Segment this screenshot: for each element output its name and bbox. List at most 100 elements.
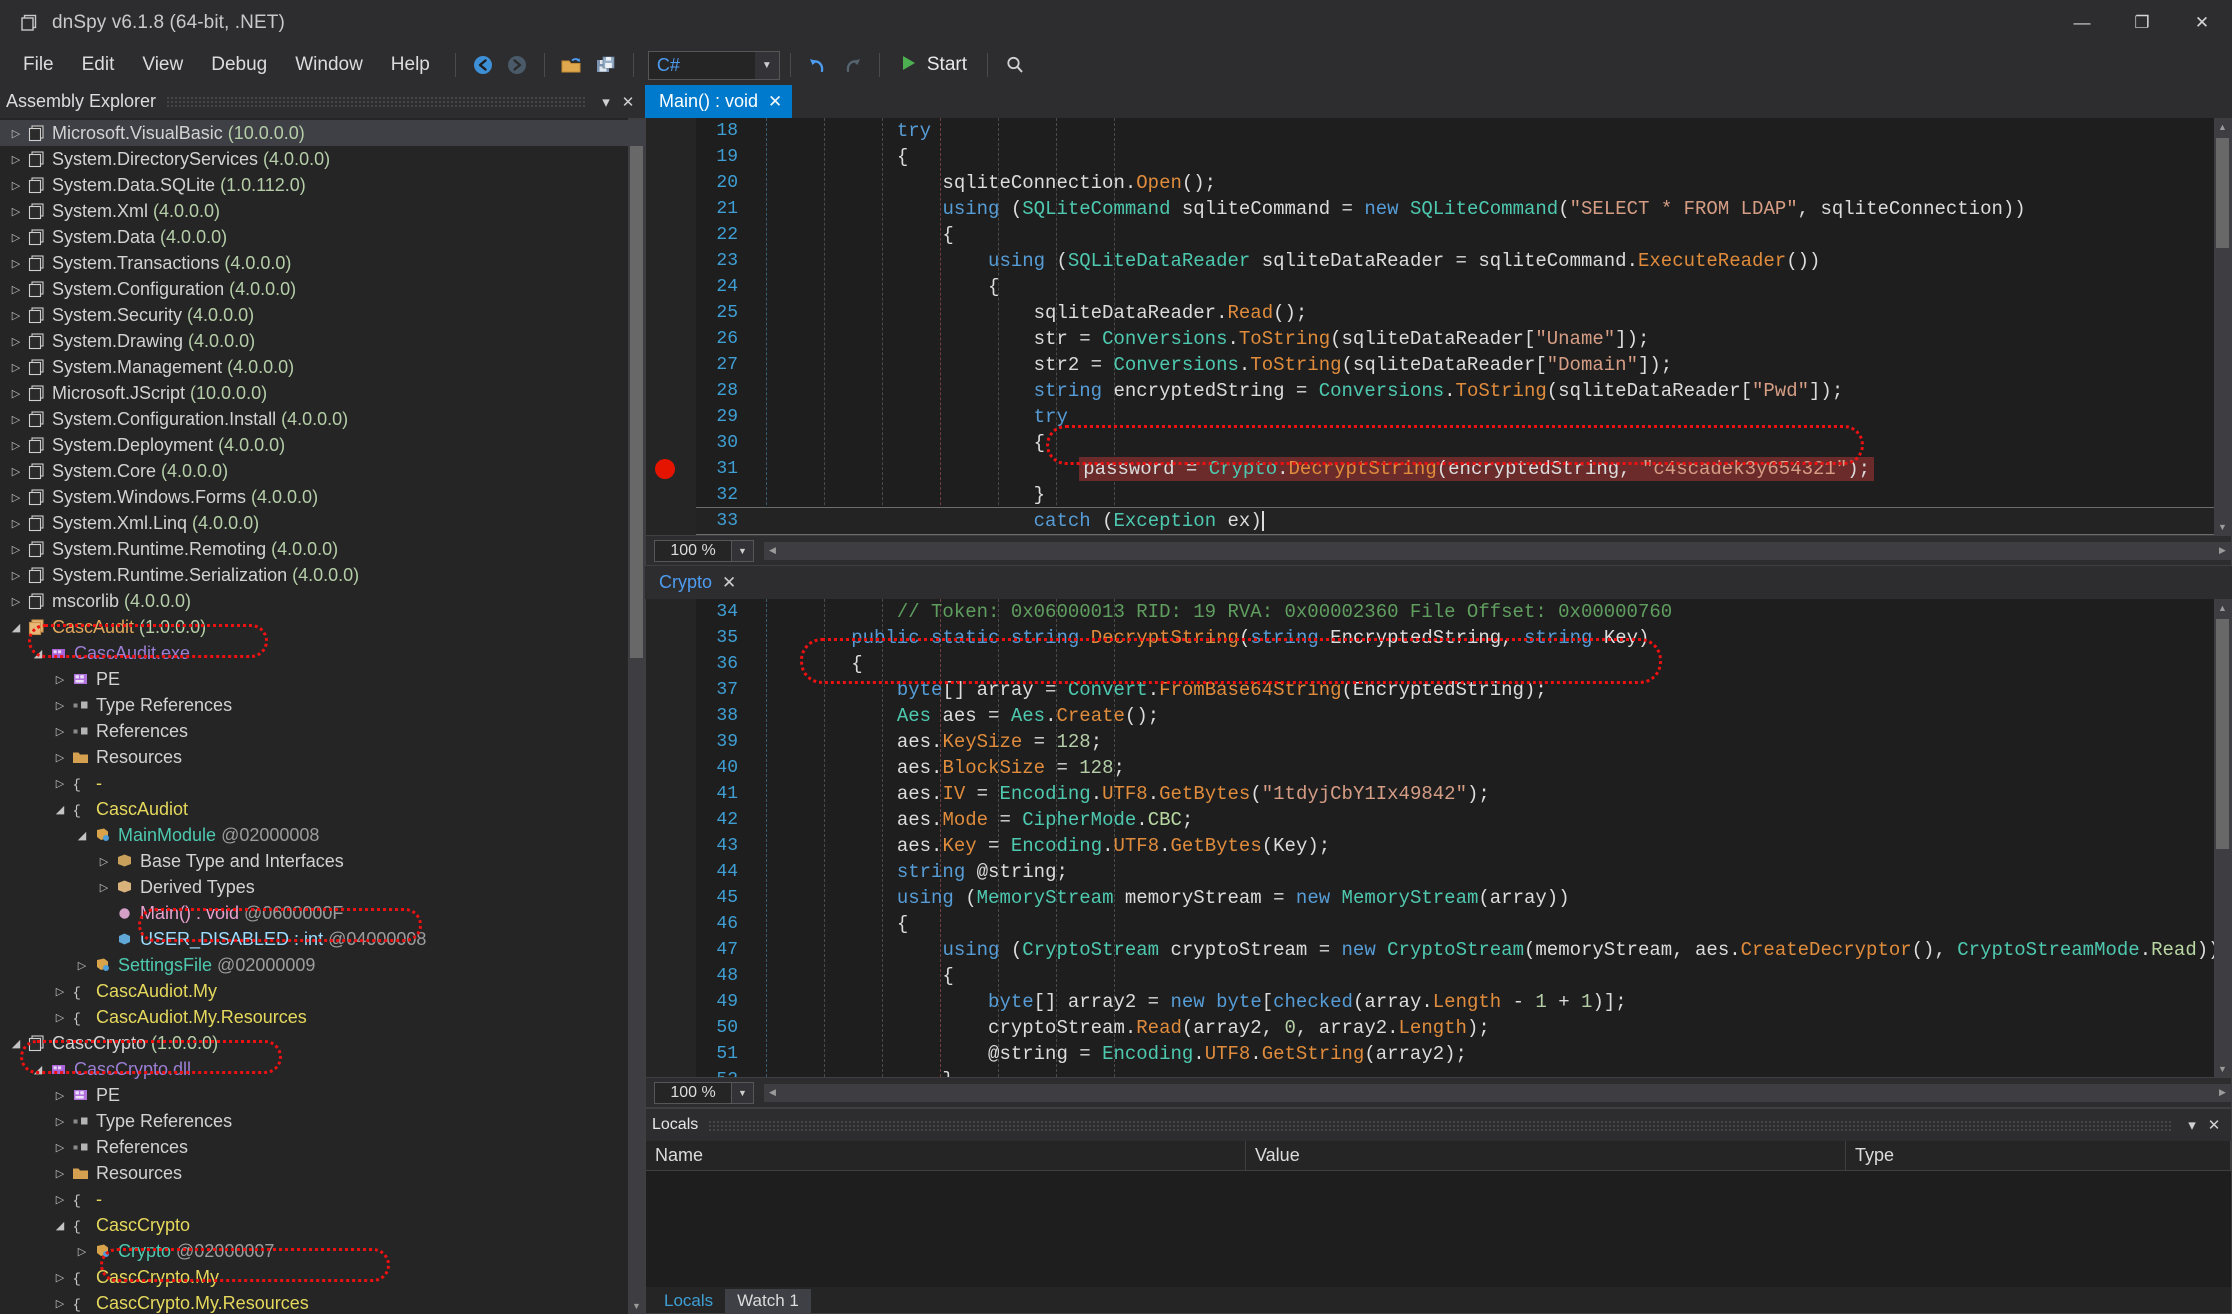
collapsed-triangle-icon[interactable]: ▷ (96, 881, 112, 894)
tree-node[interactable]: ▷ Derived Types (0, 874, 645, 900)
collapsed-triangle-icon[interactable]: ▷ (8, 465, 24, 478)
locals-rows[interactable] (646, 1171, 2231, 1287)
code-line[interactable]: 28 string encryptedString = Conversions.… (696, 378, 2231, 404)
locals-drag-grip[interactable] (708, 1119, 2171, 1131)
tree-node[interactable]: ▷ System.Deployment (4.0.0.0) (0, 432, 645, 458)
tree-node[interactable]: ◢ CascCrypto.dll (0, 1056, 645, 1082)
tree-node[interactable]: Main() : void @0600000F (0, 900, 645, 926)
tree-node[interactable]: ▷ Type References (0, 1108, 645, 1134)
expanded-triangle-icon[interactable]: ◢ (8, 621, 24, 634)
collapsed-triangle-icon[interactable]: ▷ (52, 673, 68, 686)
assembly-tree[interactable]: ▲ ▼ ▷Microsoft.VisualBasic (10.0.0.0)▷Sy… (0, 118, 645, 1314)
tab-watch-1[interactable]: Watch 1 (725, 1289, 811, 1313)
tab-crypto[interactable]: Crypto ✕ (645, 566, 747, 599)
tree-node[interactable]: ▷ System.Runtime.Serialization (4.0.0.0) (0, 562, 645, 588)
collapsed-triangle-icon[interactable]: ▷ (8, 179, 24, 192)
undo-icon[interactable] (801, 50, 835, 80)
code-line[interactable]: 50 cryptoStream.Read(array2, 0, array2.L… (696, 1015, 2231, 1041)
open-folder-icon[interactable] (555, 50, 589, 80)
scroll-left-arrow[interactable]: ◀ (764, 542, 781, 560)
code-line[interactable]: 46 { (696, 911, 2231, 937)
locals-column-value[interactable]: Value (1246, 1141, 1846, 1170)
tree-node[interactable]: ▷ System.Windows.Forms (4.0.0.0) (0, 484, 645, 510)
scroll-right-arrow[interactable]: ▶ (2214, 1084, 2231, 1102)
tree-node[interactable]: ▷ PE (0, 666, 645, 692)
code-line[interactable]: 45 using (MemoryStream memoryStream = ne… (696, 885, 2231, 911)
expanded-triangle-icon[interactable]: ◢ (30, 1063, 46, 1076)
tree-node[interactable]: ▷ System.Configuration.Install (4.0.0.0) (0, 406, 645, 432)
chevron-down-icon[interactable]: ▾ (2181, 1114, 2203, 1136)
code-line[interactable]: 43 aes.Key = Encoding.UTF8.GetBytes(Key)… (696, 833, 2231, 859)
code-line[interactable]: 32 } (696, 482, 2231, 508)
collapsed-triangle-icon[interactable]: ▷ (52, 725, 68, 738)
code-line[interactable]: 37 byte[] array = Convert.FromBase64Stri… (696, 677, 2231, 703)
tree-node[interactable]: ▷ { } CascAudiot.My (0, 978, 645, 1004)
code-line[interactable]: 34 // Token: 0x06000013 RID: 19 RVA: 0x0… (696, 599, 2231, 625)
main-horizontal-scrollbar[interactable]: ◀ ▶ (764, 541, 2231, 560)
collapsed-triangle-icon[interactable]: ▷ (8, 153, 24, 166)
close-icon[interactable]: ✕ (768, 92, 782, 112)
tree-node[interactable]: ▷ System.Xml (4.0.0.0) (0, 198, 645, 224)
close-icon[interactable]: ✕ (617, 91, 639, 113)
tree-node[interactable]: ◢ CascCrypto (1.0.0.0) (0, 1030, 645, 1056)
code-line[interactable]: 40 aes.BlockSize = 128; (696, 755, 2231, 781)
tree-node[interactable]: ▷ Base Type and Interfaces (0, 848, 645, 874)
code-line[interactable]: 35 public static string DecryptString(st… (696, 625, 2231, 651)
expanded-triangle-icon[interactable]: ◢ (52, 1219, 68, 1232)
collapsed-triangle-icon[interactable]: ▷ (52, 1089, 68, 1102)
collapsed-triangle-icon[interactable]: ▷ (8, 569, 24, 582)
collapsed-triangle-icon[interactable]: ▷ (8, 361, 24, 374)
tree-node[interactable]: ▷ System.Data (4.0.0.0) (0, 224, 645, 250)
main-scroll-thumb[interactable] (2216, 138, 2229, 248)
expanded-triangle-icon[interactable]: ◢ (8, 1037, 24, 1050)
crypto-zoom-value[interactable]: 100 % (654, 1081, 732, 1104)
menu-file[interactable]: File (10, 50, 67, 80)
tree-node[interactable]: ▷ SettingsFile @02000009 (0, 952, 645, 978)
collapsed-triangle-icon[interactable]: ▷ (8, 257, 24, 270)
tree-node[interactable]: ▷ System.Data.SQLite (1.0.112.0) (0, 172, 645, 198)
main-breakpoint-gutter[interactable] (646, 118, 684, 535)
code-line[interactable]: 42 aes.Mode = CipherMode.CBC; (696, 807, 2231, 833)
tree-node[interactable]: ◢ CascAudit (1.0.0.0) (0, 614, 645, 640)
collapsed-triangle-icon[interactable]: ▷ (52, 1167, 68, 1180)
tree-node[interactable]: ▷ PE (0, 1082, 645, 1108)
breakpoint-marker[interactable] (655, 459, 675, 479)
code-line[interactable]: 20 sqliteConnection.Open(); (696, 170, 2231, 196)
tree-node[interactable]: ▷ Type References (0, 692, 645, 718)
tree-node[interactable]: ▷ Resources (0, 744, 645, 770)
scroll-up-arrow[interactable]: ▲ (2214, 599, 2231, 616)
code-line[interactable]: 18 try (696, 118, 2231, 144)
tree-node[interactable]: ▷ { } CascAudiot.My.Resources (0, 1004, 645, 1030)
crypto-scroll-thumb[interactable] (2216, 619, 2229, 849)
chevron-down-icon[interactable]: ▼ (732, 539, 754, 562)
main-editor-vscrollbar[interactable]: ▲ ▼ (2214, 118, 2231, 535)
main-fold-gutter[interactable] (684, 118, 696, 535)
start-debug-button[interactable]: Start (890, 51, 977, 80)
forward-arrow-icon[interactable] (500, 50, 534, 80)
language-combobox[interactable]: C# ▼ (647, 50, 780, 80)
code-line[interactable]: 36 { (696, 651, 2231, 677)
tree-node[interactable]: ▷ System.DirectoryServices (4.0.0.0) (0, 146, 645, 172)
collapsed-triangle-icon[interactable]: ▷ (52, 1271, 68, 1284)
code-line[interactable]: 41 aes.IV = Encoding.UTF8.GetBytes("1tdy… (696, 781, 2231, 807)
code-line[interactable]: 26 str = Conversions.ToString(sqliteData… (696, 326, 2231, 352)
collapsed-triangle-icon[interactable]: ▷ (8, 491, 24, 504)
menu-edit[interactable]: Edit (69, 50, 128, 80)
tree-node[interactable]: ▷ System.Xml.Linq (4.0.0.0) (0, 510, 645, 536)
menu-window[interactable]: Window (282, 50, 376, 80)
main-code-lines[interactable]: 18 try 19 {20 sqliteConnection.Open(); 21 … (696, 118, 2231, 535)
expanded-triangle-icon[interactable]: ◢ (74, 829, 90, 842)
tree-node[interactable]: ▷ References (0, 718, 645, 744)
tree-node[interactable]: ▷ { } CascCrypto.My.Resources (0, 1290, 645, 1314)
code-line[interactable]: 52 } (696, 1067, 2231, 1077)
tree-node[interactable]: ▷ System.Core (4.0.0.0) (0, 458, 645, 484)
tree-node[interactable]: ▷ System.Management (4.0.0.0) (0, 354, 645, 380)
menu-view[interactable]: View (129, 50, 196, 80)
collapsed-triangle-icon[interactable]: ▷ (8, 413, 24, 426)
code-line[interactable]: 49 byte[] array2 = new byte[checked(arra… (696, 989, 2231, 1015)
panel-drag-grip[interactable] (166, 96, 585, 107)
locals-column-type[interactable]: Type (1846, 1141, 2231, 1170)
code-line[interactable]: 22 { (696, 222, 2231, 248)
tree-node[interactable]: ▷ System.Runtime.Remoting (4.0.0.0) (0, 536, 645, 562)
code-line[interactable]: 39 aes.KeySize = 128; (696, 729, 2231, 755)
